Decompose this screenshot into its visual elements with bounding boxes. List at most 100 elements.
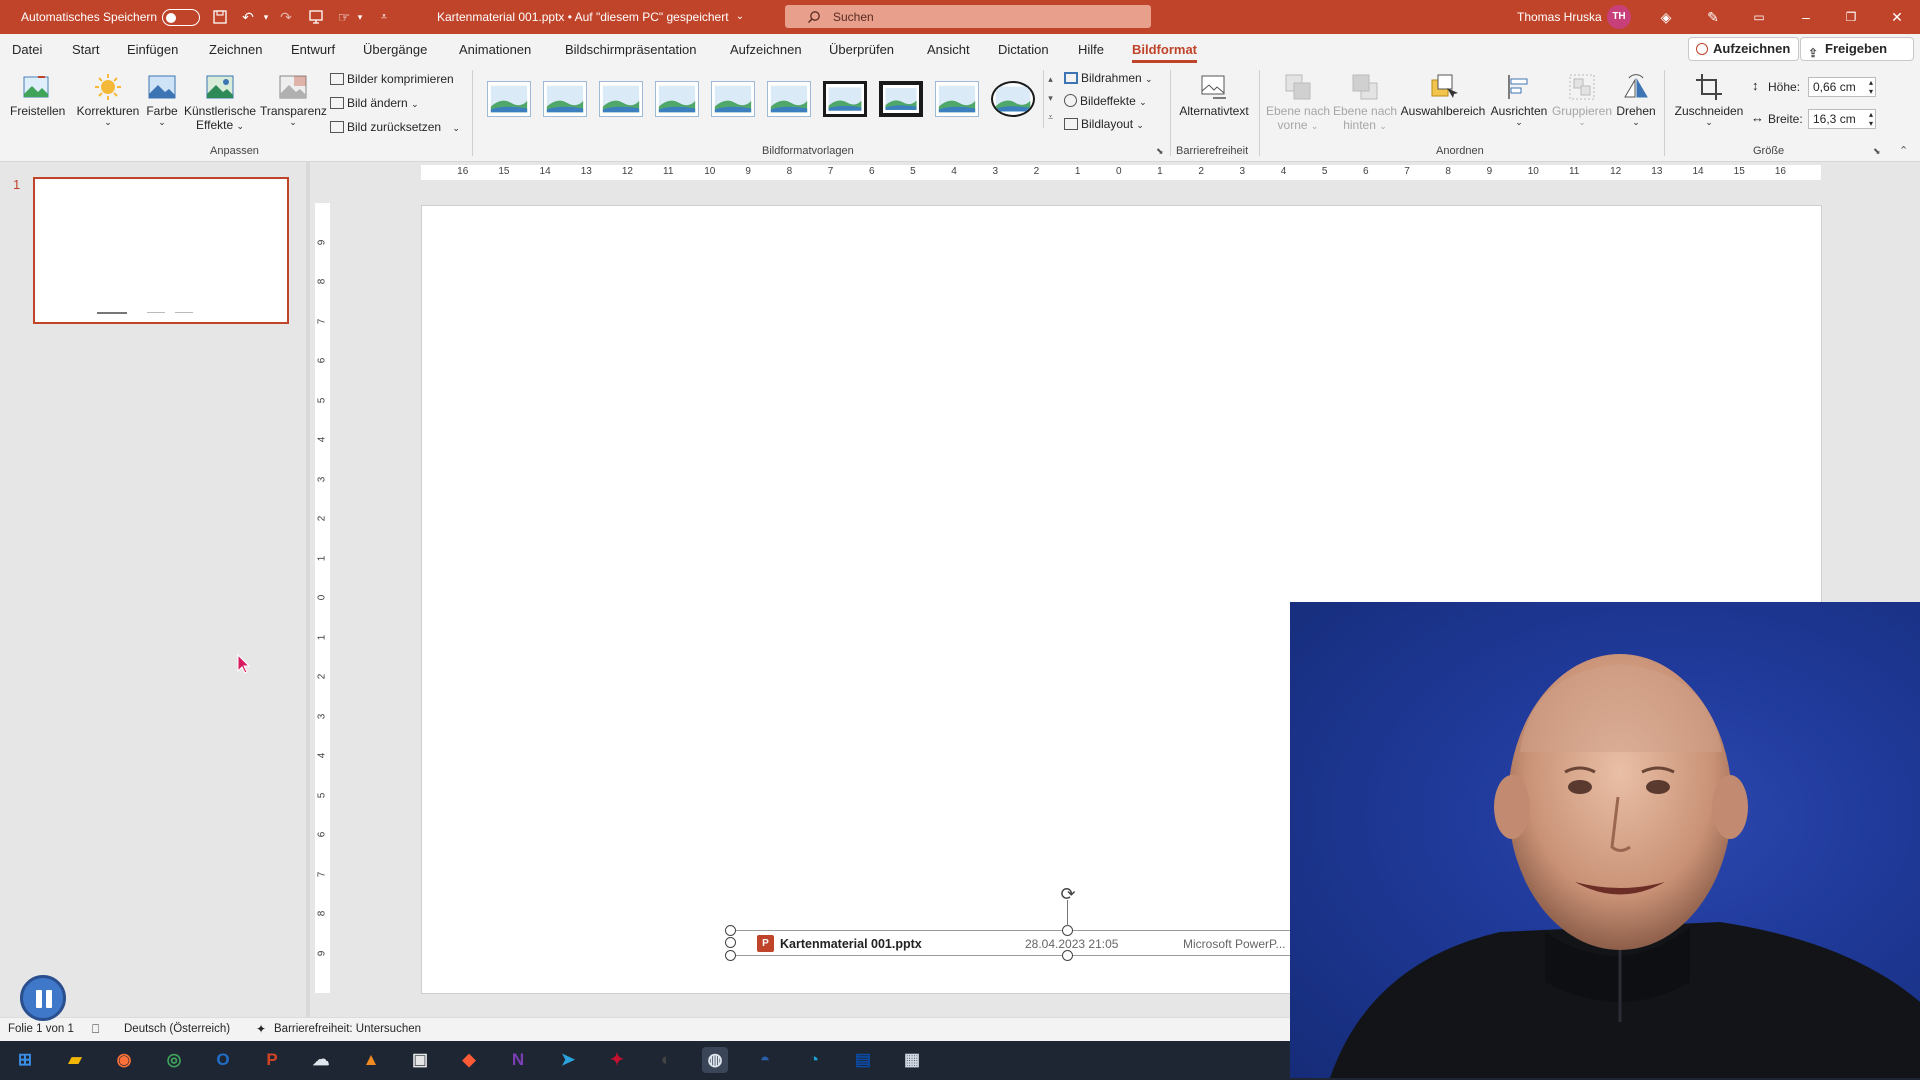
picture-style-thumbnail[interactable] (543, 81, 587, 117)
picture-style-thumbnail[interactable] (879, 81, 923, 117)
picture-style-thumbnail[interactable] (711, 81, 755, 117)
taskbar-app-19-icon[interactable]: ▦ (899, 1047, 925, 1073)
picture-style-thumbnail[interactable] (767, 81, 811, 117)
tab-entwurf[interactable]: Entwurf (291, 42, 335, 57)
zuschneiden-button[interactable]: Zuschneiden ⌄ (1670, 72, 1748, 127)
resize-handle[interactable] (1062, 950, 1073, 961)
minimize-icon[interactable]: – (1797, 8, 1815, 26)
touch-mode-icon[interactable]: ☞ (336, 9, 352, 25)
restore-icon[interactable]: ❐ (1842, 8, 1860, 26)
tab-start[interactable]: Start (72, 42, 99, 57)
picture-style-thumbnail[interactable] (935, 81, 979, 117)
document-title[interactable]: Kartenmaterial 001.pptx • Auf "diesem PC… (437, 10, 729, 24)
present-from-start-icon[interactable] (308, 9, 324, 25)
transparenz-button[interactable]: Transparenz ⌄ (260, 72, 327, 127)
picture-style-thumbnail[interactable] (655, 81, 699, 117)
tab-aufzeichnen[interactable]: Aufzeichnen (730, 42, 802, 57)
taskbar-app-18-icon[interactable]: ▤ (850, 1047, 876, 1073)
user-name[interactable]: Thomas Hruska (1517, 10, 1602, 24)
picture-style-thumbnail[interactable] (487, 81, 531, 117)
height-spinner-icon[interactable]: ▴ ▾ (1869, 78, 1873, 96)
gallery-scroll[interactable]: ▴ ▾ ⩡ (1043, 70, 1057, 128)
taskbar-edge-icon[interactable]: ◔ (801, 1047, 827, 1073)
drehen-button[interactable]: Drehen ⌄ (1614, 72, 1658, 127)
korrekturen-button[interactable]: Korrekturen ⌄ (76, 72, 140, 127)
touch-dropdown-icon[interactable]: ▾ (352, 9, 368, 25)
auswahlbereich-button[interactable]: Auswahlbereich (1400, 72, 1486, 118)
embedded-file-object[interactable]: P Kartenmaterial 001.pptx 28.04.2023 21:… (730, 930, 1290, 956)
bild-zuruecksetzen-button[interactable]: Bild zurücksetzen ⌄ (330, 120, 460, 134)
ausrichten-button[interactable]: Ausrichten ⌄ (1488, 72, 1550, 127)
ebene-nach-vorne-button[interactable]: Ebene nach vorne ⌄ (1266, 72, 1330, 132)
record-button[interactable]: Aufzeichnen (1688, 37, 1800, 61)
ribbon-display-icon[interactable]: ▭ (1750, 8, 1768, 26)
width-input[interactable]: 16,3 cm ▴ ▾ (1808, 109, 1876, 129)
gallery-down-icon[interactable]: ▾ (1044, 89, 1057, 108)
close-icon[interactable]: ✕ (1888, 8, 1906, 26)
taskbar-app-16-icon[interactable]: ◓ (752, 1047, 778, 1073)
tab-animationen[interactable]: Animationen (459, 42, 531, 57)
tab-ansicht[interactable]: Ansicht (927, 42, 970, 57)
picture-style-thumbnail[interactable] (599, 81, 643, 117)
kuenstlerische-effekte-button[interactable]: Künstlerische Effekte ⌄ (184, 72, 256, 132)
ebene-nach-hinten-button[interactable]: Ebene nach hinten ⌄ (1333, 72, 1397, 132)
pause-recording-button[interactable] (20, 975, 66, 1021)
resize-handle[interactable] (1062, 925, 1073, 936)
height-input[interactable]: 0,66 cm ▴ ▾ (1808, 77, 1876, 97)
freistellen-button[interactable]: Freistellen (10, 72, 65, 118)
tab-ueberpruefen[interactable]: Überprüfen (829, 42, 894, 57)
bild-aendern-button[interactable]: Bild ändern ⌄ (330, 96, 419, 110)
diamond-icon[interactable]: ◈ (1657, 8, 1675, 26)
gallery-more-icon[interactable]: ⩡ (1044, 108, 1057, 127)
format-picture-launcher-icon[interactable]: ⬊ (1156, 146, 1164, 157)
pen-icon[interactable]: ✎ (1704, 8, 1722, 26)
tab-einfuegen[interactable]: Einfügen (127, 42, 178, 57)
taskbar-app-13-icon[interactable]: ✦ (604, 1047, 630, 1073)
collapse-ribbon-icon[interactable]: ⌃ (1899, 144, 1908, 157)
customize-qat-icon[interactable]: ⩡ (376, 9, 392, 25)
taskbar-app-15-icon[interactable]: ◍ (702, 1047, 728, 1073)
taskbar-powerpoint-icon[interactable]: P (259, 1047, 285, 1073)
taskbar-app-9-icon[interactable]: ▣ (407, 1047, 433, 1073)
taskbar-app-10-icon[interactable]: ◆ (456, 1047, 482, 1073)
title-chevron-down-icon[interactable]: ⌄ (732, 9, 748, 25)
taskbar-app-7-icon[interactable]: ☁ (308, 1047, 334, 1073)
autosave-toggle[interactable] (162, 9, 200, 26)
share-button[interactable]: ⇪ Freigeben ⌄ (1800, 37, 1915, 61)
undo-icon[interactable]: ↶ (240, 9, 256, 25)
taskbar-obs-icon[interactable]: ◐ (653, 1047, 679, 1073)
bildrahmen-button[interactable]: Bildrahmen ⌄ (1064, 71, 1153, 85)
resize-handle[interactable] (725, 925, 736, 936)
gruppieren-button[interactable]: Gruppieren ⌄ (1550, 72, 1614, 127)
tab-bildformat[interactable]: Bildformat (1132, 42, 1197, 63)
accessibility-status[interactable]: Barrierefreiheit: Untersuchen (274, 1023, 421, 1035)
resize-handle[interactable] (725, 937, 736, 948)
resize-handle[interactable] (725, 950, 736, 961)
search-box[interactable]: Suchen (785, 5, 1151, 28)
redo-icon[interactable]: ↷ (278, 9, 294, 25)
taskbar-outlook-icon[interactable]: O (210, 1047, 236, 1073)
picture-style-thumbnail[interactable] (823, 81, 867, 117)
avatar[interactable]: TH (1607, 5, 1631, 29)
tab-bildschirmpraesentation[interactable]: Bildschirmpräsentation (565, 42, 697, 57)
taskbar-telegram-icon[interactable]: ➤ (555, 1047, 581, 1073)
tab-zeichnen[interactable]: Zeichnen (209, 42, 262, 57)
farbe-button[interactable]: Farbe ⌄ (146, 72, 178, 127)
bildeffekte-button[interactable]: Bildeffekte ⌄ (1064, 94, 1147, 108)
taskbar-file-explorer-icon[interactable]: ▰ (62, 1047, 88, 1073)
gallery-up-icon[interactable]: ▴ (1044, 70, 1057, 89)
alternativtext-button[interactable]: Alternativtext (1176, 72, 1252, 118)
save-icon[interactable] (212, 9, 228, 25)
bildlayout-button[interactable]: Bildlayout ⌄ (1064, 117, 1144, 131)
spellcheck-icon[interactable]: ⎕ (92, 1022, 99, 1037)
tab-dictation[interactable]: Dictation (998, 42, 1049, 57)
taskbar-onenote-icon[interactable]: N (505, 1047, 531, 1073)
tab-uebergaenge[interactable]: Übergänge (363, 42, 427, 57)
tab-hilfe[interactable]: Hilfe (1078, 42, 1104, 57)
taskbar-firefox-icon[interactable]: ◉ (111, 1047, 137, 1073)
picture-style-thumbnail[interactable] (991, 81, 1035, 117)
undo-dropdown-icon[interactable]: ▾ (258, 9, 274, 25)
rotate-handle-icon[interactable]: ⟳ (1057, 884, 1079, 904)
bilder-komprimieren-button[interactable]: Bilder komprimieren (330, 72, 454, 86)
size-launcher-icon[interactable]: ⬊ (1873, 146, 1881, 157)
